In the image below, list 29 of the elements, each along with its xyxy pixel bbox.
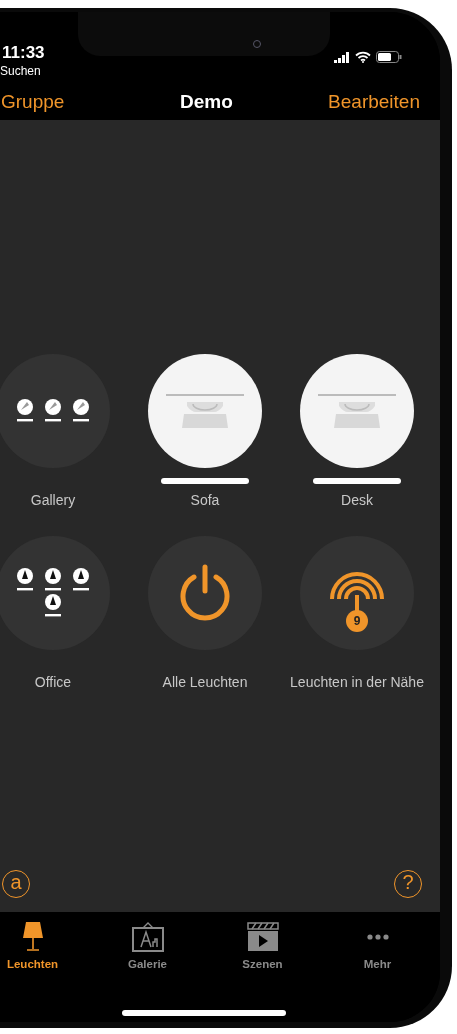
bulbs-icon [15, 567, 91, 619]
count-badge: 9 [346, 610, 368, 632]
nav-title: Demo [180, 91, 233, 113]
clapperboard-icon [246, 922, 279, 952]
tab[interactable]: Mehr [320, 922, 435, 970]
picture-frame-icon [131, 922, 164, 952]
nearby-button[interactable]: 9 [300, 536, 414, 650]
back-link[interactable]: Suchen [0, 64, 41, 78]
tab[interactable]: Leuchten [0, 922, 90, 970]
tile-label: Gallery [30, 492, 76, 508]
tab[interactable]: Galerie [90, 922, 205, 970]
power-icon [179, 564, 231, 622]
ceiling-light-icon [318, 394, 396, 428]
wifi-icon [355, 51, 371, 63]
status-time: 11:33 [2, 43, 45, 63]
battery-icon [376, 51, 402, 63]
tile-label: Leuchten in der Nähe [290, 674, 424, 690]
more-icon [365, 934, 390, 940]
lamp-icon [21, 922, 44, 952]
tile-label: Office [34, 674, 72, 690]
bulbs-icon [15, 398, 91, 424]
signal-icon [334, 51, 350, 63]
group-button[interactable]: Gruppe [1, 91, 65, 113]
tab[interactable]: Szenen [205, 922, 320, 970]
ceiling-light-icon [166, 394, 244, 428]
tile-label: Desk [341, 492, 373, 508]
tile-label: Alle Leuchten [162, 674, 248, 690]
edit-button[interactable]: Bearbeiten [328, 91, 420, 113]
tile-label: Sofa [190, 492, 220, 508]
